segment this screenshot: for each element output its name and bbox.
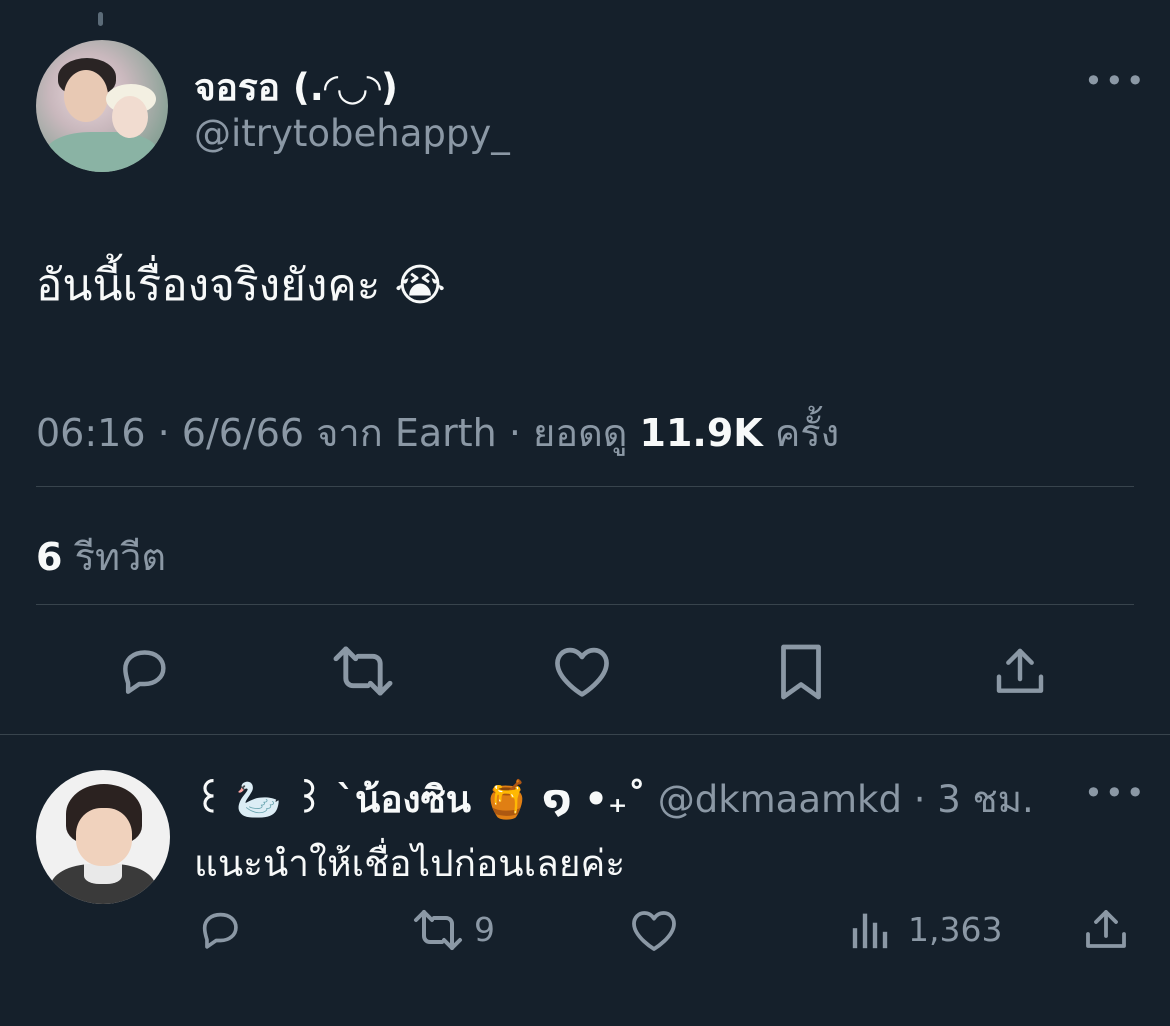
divider [0, 734, 1170, 735]
reply-retweet-icon[interactable] [412, 908, 464, 952]
tweet-source: จาก Earth [304, 411, 497, 455]
views-icon[interactable] [850, 910, 892, 950]
reply-share-icon[interactable] [1082, 906, 1130, 954]
reply-author-avatar[interactable] [36, 770, 170, 904]
reply-more-options-icon[interactable]: ••• [1084, 774, 1147, 812]
meta-separator: · [145, 411, 182, 455]
reply-like-icon[interactable] [630, 908, 678, 952]
views-suffix: ครั้ง [762, 411, 840, 455]
tweet-date[interactable]: 6/6/66 [182, 411, 304, 455]
share-icon[interactable] [992, 644, 1048, 700]
views-count: 11.9K [639, 411, 763, 455]
tweet-detail-page: จอรอ (.◜◡◝) @itrytobehappy_ ••• อันนี้เร… [0, 0, 1170, 1026]
thread-line [98, 12, 103, 26]
retweet-label: รีทวีต [62, 535, 167, 579]
reply-views-count: 1,363 [908, 910, 1003, 949]
author-handle[interactable]: @itrytobehappy_ [194, 112, 510, 155]
tweet-time[interactable]: 06:16 [36, 411, 146, 455]
retweet-icon[interactable] [330, 644, 396, 698]
retweet-stats[interactable]: 6 รีทวีต [36, 526, 166, 587]
views-label: ยอดดู [533, 411, 640, 455]
reply-retweet-count: 9 [474, 910, 495, 949]
retweet-count: 6 [36, 535, 63, 579]
reply-handle-time[interactable]: @dkmaamkd · 3 ชม. [646, 778, 1034, 821]
tweet-text: อันนี้เรื่องจริงยังคะ 😭 [36, 260, 446, 311]
divider [36, 486, 1134, 487]
bookmark-icon[interactable] [776, 642, 826, 702]
like-icon[interactable] [552, 644, 612, 698]
author-avatar[interactable] [36, 40, 168, 172]
reply-text: แนะนำให้เชื่อไปก่อนเลยค่ะ [194, 842, 626, 885]
author-display-name[interactable]: จอรอ (.◜◡◝) [194, 58, 398, 117]
reply-icon[interactable] [114, 642, 174, 698]
divider [36, 604, 1134, 605]
reply-display-name[interactable]: ꒰ 🦢 ꒱ `น้องซิน 🍯 ໑ •₊˚ [194, 778, 646, 821]
more-options-icon[interactable]: ••• [1084, 62, 1147, 100]
meta-separator: · [496, 411, 533, 455]
tweet-meta: 06:16 · 6/6/66 จาก Earth · ยอดดู 11.9K ค… [36, 402, 839, 463]
reply-reply-icon[interactable] [196, 906, 244, 952]
reply-header: ꒰ 🦢 ꒱ `น้องซิน 🍯 ໑ •₊˚ @dkmaamkd · 3 ชม. [194, 770, 1034, 829]
